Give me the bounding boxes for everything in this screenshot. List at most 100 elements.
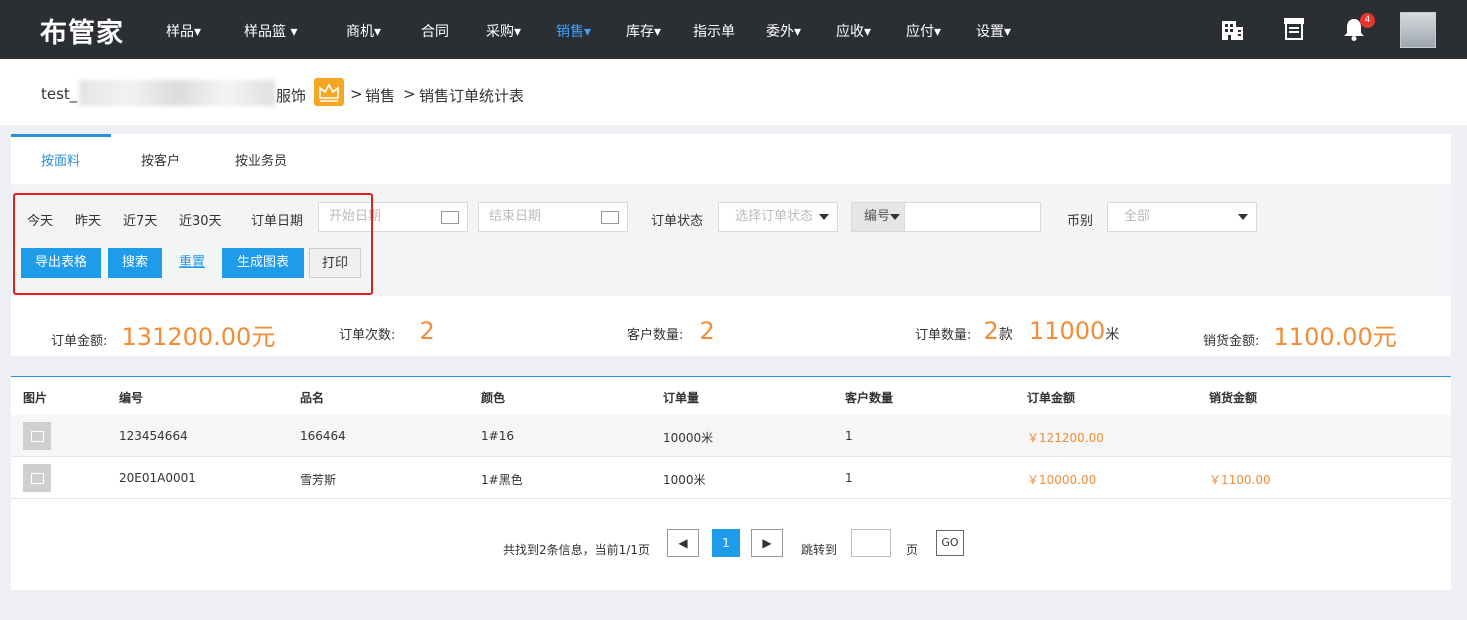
notification-badge: 4 — [1360, 13, 1375, 28]
column-header: 颜色 — [481, 391, 506, 405]
stat-order-amount: 订单金额: 131200.00元 — [51, 317, 275, 352]
cell-order-amount: ￥121200.00 — [1027, 431, 1104, 445]
chevron-down-icon — [1238, 214, 1248, 220]
highlight-box — [13, 193, 373, 295]
app-logo[interactable]: 布管家 — [40, 11, 124, 50]
tab-by-salesperson[interactable]: 按业务员 — [235, 150, 287, 169]
chevron-down-icon — [819, 214, 829, 220]
pagination-info: 共找到2条信息，当前1/1页 — [503, 543, 650, 557]
nav-item-sample-basket[interactable]: 样品篮 ▾ — [244, 21, 297, 41]
breadcrumb-separator: > — [350, 85, 363, 103]
order-status-label: 订单状态 — [651, 214, 704, 229]
end-date-placeholder: 结束日期 — [489, 209, 542, 224]
stat-sales-amount: 销货金额: 1100.00元 — [1203, 317, 1397, 352]
nav-item-contract[interactable]: 合同 — [421, 21, 449, 41]
nav-item-receivable[interactable]: 应收▾ — [836, 21, 871, 41]
next-page-button[interactable]: ▶ — [751, 529, 783, 557]
company-name-suffix: 服饰 — [276, 87, 307, 105]
stat-unit: 元 — [1372, 323, 1397, 351]
stat-value: 1100.00 — [1273, 323, 1373, 351]
nav-item-opportunity[interactable]: 商机▾ — [346, 21, 381, 41]
stat-label: 订单数量: — [915, 328, 972, 343]
jump-page-input[interactable] — [851, 529, 891, 557]
code-type-value: 编号 — [864, 209, 891, 224]
breadcrumb-sales[interactable]: 销售 — [365, 85, 395, 106]
code-search-input[interactable] — [904, 202, 1041, 232]
stat-unit: 元 — [251, 323, 276, 351]
cell-color: 1#16 — [481, 429, 514, 443]
image-placeholder-icon — [23, 422, 51, 450]
stat-value: 2 — [419, 317, 435, 345]
column-header: 订单金额 — [1027, 391, 1076, 405]
breadcrumb-current: 销售订单统计表 — [419, 87, 525, 105]
stat-value: 2 — [699, 317, 715, 345]
stat-value: 2 — [983, 317, 999, 345]
calendar-icon — [601, 211, 619, 224]
stat-customer-count: 客户数量: 2 — [627, 317, 715, 345]
column-header: 销货金额 — [1209, 391, 1258, 405]
cell-color: 1#黑色 — [481, 473, 523, 487]
stat-order-quantity: 订单数量: 2款 11000米 — [915, 317, 1119, 345]
prev-page-button[interactable]: ◀ — [667, 529, 699, 557]
active-tab-indicator — [11, 134, 111, 137]
calendar-icon — [441, 211, 459, 224]
results-table: 图片 编号 品名 颜色 订单量 客户数量 订单金额 销货金额 123454664… — [11, 376, 1451, 590]
top-navbar: 布管家 样品▾ 样品篮 ▾ 商机▾ 合同 采购▾ 销售▾ 库存▾ 指示单 委外▾… — [0, 0, 1467, 59]
nav-item-settings[interactable]: 设置▾ — [976, 21, 1011, 41]
stat-unit: 款 — [998, 327, 1013, 343]
page-number-button[interactable]: 1 — [712, 529, 740, 557]
order-status-select[interactable]: 选择订单状态 — [718, 202, 838, 232]
nav-item-payable[interactable]: 应付▾ — [906, 21, 941, 41]
breadcrumb: test_ 服饰 > 销售 > 销售订单统计表 — [0, 59, 1467, 125]
nav-item-samples[interactable]: 样品▾ — [166, 21, 201, 41]
cell-customers: 1 — [845, 471, 853, 485]
order-status-placeholder: 选择订单状态 — [735, 209, 814, 224]
column-header: 客户数量 — [845, 391, 894, 405]
column-header: 图片 — [23, 391, 48, 405]
currency-select[interactable]: 全部 — [1107, 202, 1257, 232]
column-header: 订单量 — [663, 391, 700, 405]
cell-code: 123454664 — [119, 429, 188, 443]
cell-name: 雪芳斯 — [300, 473, 337, 487]
column-header: 品名 — [300, 391, 325, 405]
store-icon[interactable] — [1282, 16, 1306, 42]
cell-customers: 1 — [845, 429, 853, 443]
stat-value: 11000 — [1028, 317, 1106, 345]
code-type-select[interactable]: 编号 — [851, 202, 905, 232]
cell-name: 166464 — [300, 429, 346, 443]
stat-label: 客户数量: — [627, 328, 684, 343]
cell-order-amount: ￥10000.00 — [1027, 473, 1097, 487]
currency-value: 全部 — [1124, 209, 1151, 224]
page-unit-label: 页 — [906, 543, 919, 557]
nav-item-purchase[interactable]: 采购▾ — [486, 21, 521, 41]
redacted-company-name — [79, 80, 275, 106]
tab-by-fabric[interactable]: 按面料 — [41, 150, 80, 169]
cell-quantity: 10000米 — [663, 431, 714, 445]
crown-icon — [314, 78, 344, 106]
stat-value: 131200.00 — [121, 323, 252, 351]
end-date-input[interactable]: 结束日期 — [478, 202, 628, 232]
chevron-down-icon — [890, 214, 900, 220]
go-button[interactable]: GO — [936, 530, 964, 556]
stat-order-count: 订单次数: 2 — [339, 317, 435, 345]
nav-item-outsource[interactable]: 委外▾ — [766, 21, 801, 41]
stat-label: 销货金额: — [1203, 334, 1260, 349]
currency-label: 币别 — [1067, 214, 1094, 229]
nav-item-instruction[interactable]: 指示单 — [693, 21, 735, 41]
nav-item-inventory[interactable]: 库存▾ — [626, 21, 661, 41]
image-placeholder-icon — [23, 464, 51, 492]
building-icon[interactable] — [1219, 16, 1245, 42]
column-header: 编号 — [119, 391, 144, 405]
user-avatar[interactable] — [1400, 12, 1436, 48]
nav-item-sales[interactable]: 销售▾ — [556, 21, 591, 41]
table-row[interactable]: 123454664 166464 1#16 10000米 1 ￥121200.0… — [11, 415, 1451, 457]
table-row[interactable]: 20E01A0001 雪芳斯 1#黑色 1000米 1 ￥10000.00 ￥1… — [11, 457, 1451, 499]
breadcrumb-separator: > — [403, 85, 416, 103]
tab-by-customer[interactable]: 按客户 — [141, 150, 180, 169]
cell-sales-amount: ￥1100.00 — [1209, 473, 1271, 487]
stat-label: 订单金额: — [51, 334, 108, 349]
table-header: 图片 编号 品名 颜色 订单量 客户数量 订单金额 销货金额 — [11, 377, 1451, 415]
jump-to-label: 跳转到 — [801, 543, 838, 557]
stat-label: 订单次数: — [339, 328, 396, 343]
stat-unit: 米 — [1105, 327, 1120, 343]
